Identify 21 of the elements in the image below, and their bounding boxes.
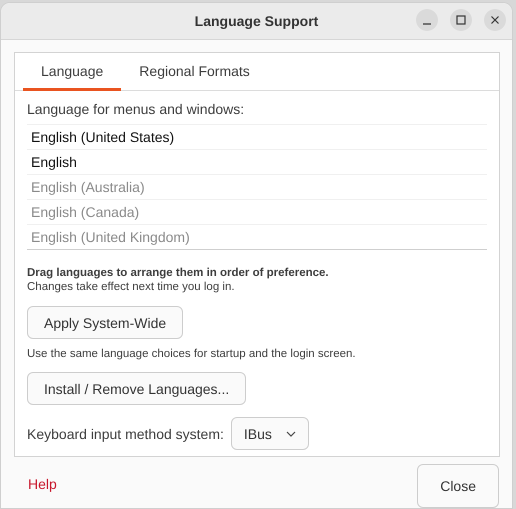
help-link[interactable]: Help (28, 470, 57, 492)
tab[interactable]: Language (23, 53, 122, 91)
language-item[interactable]: English (United States) (27, 124, 487, 149)
apply-note: Use the same language choices for startup and the login screen. (27, 348, 356, 360)
window-title: Language Support (194, 13, 318, 29)
tab[interactable]: Regional Formats (121, 53, 268, 91)
close-window-button[interactable] (484, 9, 506, 31)
close-button[interactable]: Close (417, 464, 499, 508)
chevron-down-icon (286, 430, 296, 436)
drag-hint: Drag languages to arrange them in order of preference. (27, 267, 329, 279)
list-label: Language for menus and windows: (27, 101, 244, 117)
language-item[interactable]: English (27, 149, 487, 174)
input-method-dropdown[interactable]: IBus (230, 417, 309, 450)
minimize-icon (423, 23, 431, 25)
apply-system-wide-button[interactable]: Apply System-Wide (27, 306, 184, 339)
close-icon (490, 15, 500, 25)
maximize-icon (456, 15, 466, 25)
input-method-label: Keyboard input method system: (27, 426, 224, 442)
install-languages-button[interactable]: Install / Remove Languages... (27, 372, 246, 405)
maximize-button[interactable] (450, 9, 472, 31)
hint-text: Changes take effect next time you log in. (27, 281, 235, 293)
